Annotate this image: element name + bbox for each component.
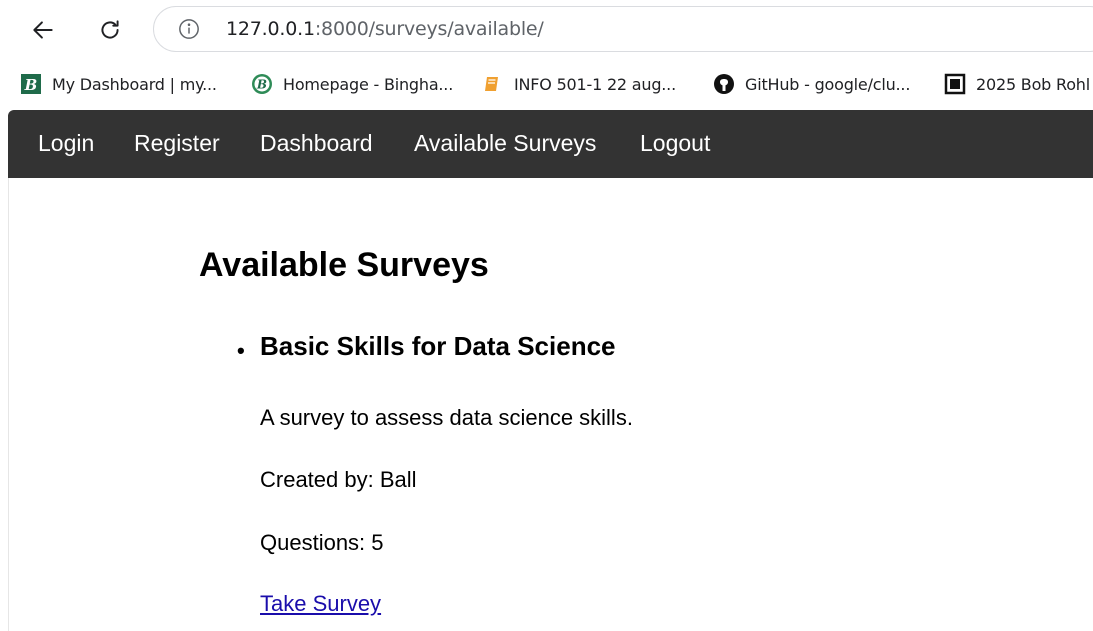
nav-logout[interactable]: Logout [640,130,710,157]
bookmark-info-501[interactable]: INFO 501-1 22 aug... [482,71,676,97]
reload-button[interactable] [92,12,128,48]
survey-questions: Questions: 5 [260,530,384,555]
bookmark-label: Homepage - Bingha... [283,74,454,94]
bookmark-label: 2025 Bob Rohl [976,74,1090,94]
info-icon[interactable] [178,18,200,40]
arrow-left-icon [33,21,53,39]
nav-login[interactable]: Login [38,130,94,157]
nav-register[interactable]: Register [134,130,220,157]
page-content: Available Surveys • Basic Skills for Dat… [8,178,1093,631]
b-logo-icon: B [21,74,41,94]
page-title: Available Surveys [199,246,489,284]
list-bullet: • [237,338,245,363]
bookmark-github[interactable]: GitHub - google/clu... [713,71,910,97]
bookmark-2025-bob[interactable]: 2025 Bob Rohl [944,71,1090,97]
square-icon [944,73,966,95]
bookmark-my-dashboard[interactable]: B My Dashboard | my... [20,71,217,97]
take-survey-link[interactable]: Take Survey [260,591,381,617]
survey-title: Basic Skills for Data Science [260,331,616,361]
back-button[interactable] [25,12,61,48]
reload-icon [101,20,119,39]
url-host: 127.0.0.1 [226,18,315,40]
svg-text:B: B [24,76,38,94]
site-navbar: Login Register Dashboard Available Surve… [8,110,1093,178]
bookmark-homepage[interactable]: B Homepage - Bingha... [251,71,453,97]
svg-text:B: B [256,78,267,92]
nav-dashboard[interactable]: Dashboard [260,130,373,157]
browser-toolbar: 127.0.0.1:8000/surveys/available/ [0,0,1093,62]
bookmark-label: My Dashboard | my... [52,74,217,94]
survey-description: A survey to assess data science skills. [260,405,633,430]
survey-created-by: Created by: Ball [260,467,417,492]
bookmarks-bar: B My Dashboard | my... B Homepage - Bing… [0,64,1093,104]
bookmark-label: INFO 501-1 22 aug... [514,74,676,94]
book-icon [485,77,498,91]
url-text[interactable]: 127.0.0.1:8000/surveys/available/ [226,18,544,40]
b-logo-round-icon: B [252,74,272,94]
bookmark-label: GitHub - google/clu... [745,74,911,94]
nav-available-surveys[interactable]: Available Surveys [414,130,596,157]
github-icon [714,74,734,94]
url-path: :8000/surveys/available/ [314,18,544,40]
address-bar[interactable]: 127.0.0.1:8000/surveys/available/ [153,6,1093,52]
